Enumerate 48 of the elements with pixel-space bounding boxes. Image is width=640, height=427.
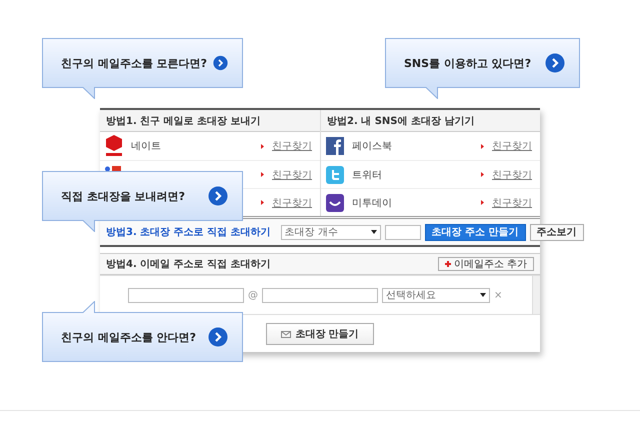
count-select[interactable]: 초대장 개수 — [280, 224, 381, 240]
find-friends-link[interactable]: 친구찾기 — [492, 196, 532, 210]
service-name: 트위터 — [352, 168, 383, 182]
section-title: 방법3. 초대장 주소로 직접 초대하기 — [106, 226, 271, 239]
section-title: 방법4. 이메일 주소로 직접 초대하기 — [106, 258, 271, 271]
service-name: 네이트 — [131, 140, 162, 153]
bullet-icon — [481, 200, 484, 205]
callout-text: SNS를 이용하고 있다면? — [404, 56, 532, 70]
email-domain-field[interactable] — [262, 288, 378, 302]
find-friends-link[interactable]: 친구찾기 — [492, 139, 532, 153]
add-email-button[interactable]: 이메일주소 추가 — [438, 257, 534, 271]
view-address-button[interactable]: 주소보기 — [530, 224, 584, 240]
arrow-button-icon[interactable] — [208, 186, 228, 206]
bullet-icon — [261, 200, 264, 205]
callout-text: 친구의 메일주소를 모른다면? — [61, 56, 208, 70]
domain-select[interactable]: 선택하세요 — [382, 288, 490, 302]
arrow-button-icon[interactable] — [213, 53, 228, 73]
email-name-field[interactable] — [128, 288, 244, 302]
sphere-logo-icon — [105, 135, 123, 157]
find-friends-link[interactable]: 친구찾기 — [272, 139, 312, 153]
count-field[interactable] — [384, 224, 421, 240]
service-name: 미투데이 — [352, 196, 393, 210]
bullet-icon — [481, 172, 484, 177]
section-title: 방법2. 내 SNS에 초대장 남기기 — [327, 114, 474, 128]
remove-button[interactable]: × — [494, 290, 502, 300]
dropdown-icon — [370, 230, 377, 234]
create-invite-button[interactable]: 초대장 만들기 — [266, 323, 374, 345]
create-address-button[interactable]: 초대장 주소 만들기 — [424, 224, 526, 240]
section-title: 방법1. 친구 메일로 초대장 보내기 — [106, 114, 261, 128]
scrollbar[interactable] — [532, 276, 540, 314]
plus-icon — [444, 261, 451, 267]
facebook-icon — [326, 137, 344, 155]
at-sign: @ — [248, 290, 258, 300]
arrow-button-icon[interactable] — [208, 327, 228, 347]
service-name: 페이스북 — [352, 140, 393, 153]
bird-badge-icon — [326, 166, 344, 184]
callout-text: 친구의 메일주소를 안다면? — [61, 330, 196, 344]
bullet-icon — [481, 144, 484, 148]
callout-text: 직접 초대장을 보내려면? — [61, 188, 186, 204]
bullet-icon — [261, 144, 264, 148]
face-badge-icon — [326, 194, 344, 212]
envelope-icon — [281, 330, 292, 338]
find-friends-link[interactable]: 친구찾기 — [492, 168, 532, 182]
find-friends-link[interactable]: 친구찾기 — [272, 196, 312, 210]
find-friends-link[interactable]: 친구찾기 — [272, 168, 312, 182]
dropdown-icon — [480, 293, 486, 297]
bullet-icon — [261, 172, 264, 177]
arrow-button-icon[interactable] — [545, 53, 565, 73]
